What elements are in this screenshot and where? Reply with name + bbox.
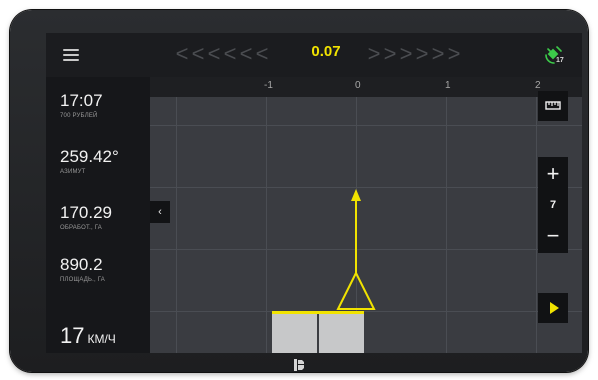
- stat-value: 170.29: [60, 203, 112, 222]
- ruler-tick: -1: [264, 80, 273, 91]
- stat-time: 17:07 700 РУБЛЕЙ: [60, 91, 103, 119]
- speed-readout: 17 КМ/Ч: [60, 323, 116, 349]
- stat-azimuth: 259.42° АЗИМУТ: [60, 147, 119, 175]
- stat-label: АЗИМУТ: [60, 169, 86, 175]
- implement-section-left: [272, 314, 317, 353]
- collapse-panel-button[interactable]: ‹: [150, 201, 170, 223]
- implement-section-right: [319, 314, 364, 353]
- screen: < < < < < < 0.07 > > > > > > 17 17:07 700 РУБЛЕЙ: [46, 33, 582, 353]
- deviation-value: 0.07: [311, 43, 341, 60]
- brand-logo-icon: [294, 359, 304, 371]
- chevron-left-icon: <: [175, 41, 189, 66]
- stat-total-area: 890.2 ПЛОЩАДЬ., ГА: [60, 255, 105, 283]
- stat-value: 259.42°: [60, 147, 119, 166]
- zoom-control: + 7 −: [538, 157, 568, 253]
- ruler-tick: 1: [445, 80, 451, 91]
- chevron-right-icon: >: [415, 41, 429, 66]
- stat-value: 17:07: [60, 91, 103, 110]
- satellite-count: 17: [556, 57, 564, 64]
- chevron-left-icon: ‹: [158, 206, 162, 218]
- implement-sections: [272, 311, 364, 353]
- speed-unit: КМ/Ч: [87, 332, 116, 346]
- deviation-left-indicator: < < < < < <: [174, 42, 270, 66]
- zoom-level: 7: [549, 199, 557, 211]
- chevron-right-icon: >: [383, 41, 397, 66]
- chevron-left-icon: <: [239, 41, 253, 66]
- vehicle-heading-marker: [336, 189, 376, 310]
- ruler-button[interactable]: [538, 91, 568, 121]
- guidance-map[interactable]: [150, 97, 582, 353]
- zoom-in-button[interactable]: +: [538, 163, 568, 185]
- play-button[interactable]: [538, 293, 568, 323]
- distance-ruler: -1 0 1 2: [150, 77, 582, 97]
- chevron-left-icon: <: [223, 41, 237, 66]
- chevron-left-icon: <: [191, 41, 205, 66]
- stat-value: 890.2: [60, 255, 103, 274]
- stat-processed-area: 170.29 ОБРАБОТ., ГА: [60, 203, 112, 231]
- stats-panel: 17:07 700 РУБЛЕЙ 259.42° АЗИМУТ 170.29 О…: [46, 77, 150, 353]
- device-frame: < < < < < < 0.07 > > > > > > 17 17:07 700 РУБЛЕЙ: [10, 10, 588, 372]
- zoom-out-button[interactable]: −: [538, 225, 568, 247]
- chevron-left-icon: <: [255, 41, 269, 66]
- hamburger-menu-icon[interactable]: [63, 49, 79, 61]
- stat-label: 700 РУБЛЕЙ: [60, 113, 98, 119]
- chevron-right-icon: >: [399, 41, 413, 66]
- chevron-right-icon: >: [431, 41, 445, 66]
- stat-label: ПЛОЩАДЬ., ГА: [60, 277, 105, 283]
- top-bar: < < < < < < 0.07 > > > > > > 17: [46, 33, 582, 77]
- play-icon: [550, 302, 559, 314]
- speed-value: 17: [60, 323, 85, 348]
- chevron-left-icon: <: [207, 41, 221, 66]
- chevron-right-icon: >: [367, 41, 381, 66]
- chevron-right-icon: >: [447, 41, 461, 66]
- deviation-right-indicator: > > > > > >: [366, 42, 462, 66]
- stat-label: ОБРАБОТ., ГА: [60, 225, 102, 231]
- ruler-tick: 0: [355, 80, 361, 91]
- ruler-icon: [545, 101, 561, 110]
- ruler-tick: 2: [535, 80, 541, 91]
